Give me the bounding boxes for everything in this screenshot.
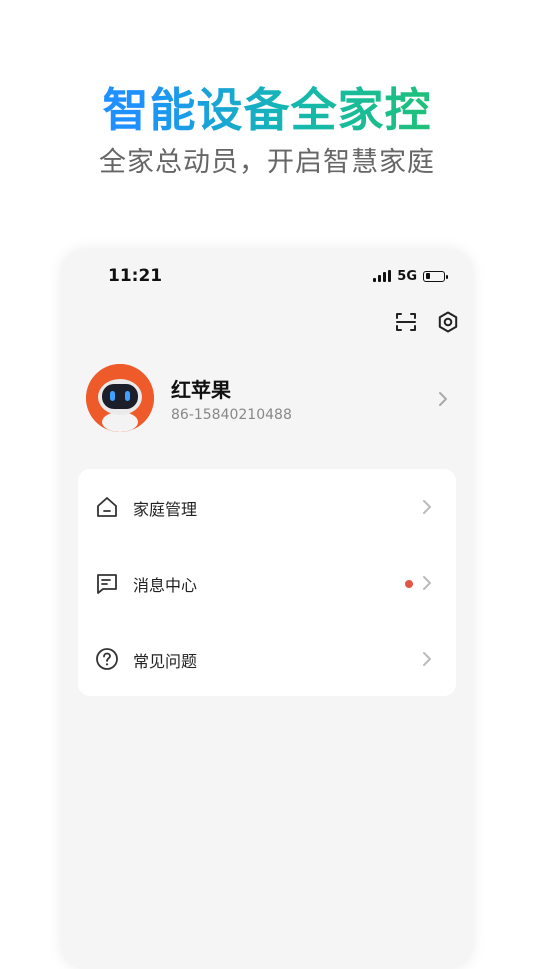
hero-title: 智能设备全家控: [0, 80, 534, 140]
hero-subtitle: 全家总动员，开启智慧家庭: [99, 147, 435, 178]
message-icon: [97, 574, 117, 594]
signal-icon: [373, 270, 392, 282]
robot-avatar-icon: [86, 364, 154, 432]
help-icon: [96, 648, 118, 670]
menu-item-faq[interactable]: 常见问题: [78, 629, 456, 689]
menu-item-family-management[interactable]: 家庭管理: [78, 477, 456, 537]
settings-icon[interactable]: [436, 310, 460, 334]
menu-card: 家庭管理 消息中心 常见问题: [78, 469, 456, 696]
network-label: 5G: [397, 268, 417, 284]
chevron-right-icon[interactable]: [437, 390, 449, 408]
profile-row[interactable]: 红苹果 86-15840210488: [61, 362, 473, 434]
avatar[interactable]: [86, 364, 154, 432]
user-name: 红苹果: [171, 378, 231, 402]
menu-item-label: 家庭管理: [133, 500, 198, 519]
chevron-right-icon: [423, 576, 431, 590]
battery-icon: [423, 270, 448, 282]
menu-item-label: 常见问题: [133, 652, 198, 671]
home-icon: [97, 497, 117, 517]
chevron-right-icon: [423, 500, 431, 514]
menu-item-label: 消息中心: [133, 576, 198, 595]
scan-icon[interactable]: [394, 310, 418, 334]
unread-badge: [405, 580, 413, 588]
user-phone: 86-15840210488: [171, 407, 292, 423]
phone-screen: 11:21 5G 红苹果 86-15840210488 家庭管理 消息中心 常见…: [61, 249, 473, 969]
menu-item-message-center[interactable]: 消息中心: [78, 553, 456, 613]
chevron-right-icon: [423, 652, 431, 666]
status-indicators: 5G: [373, 268, 448, 284]
status-time: 11:21: [108, 266, 163, 286]
